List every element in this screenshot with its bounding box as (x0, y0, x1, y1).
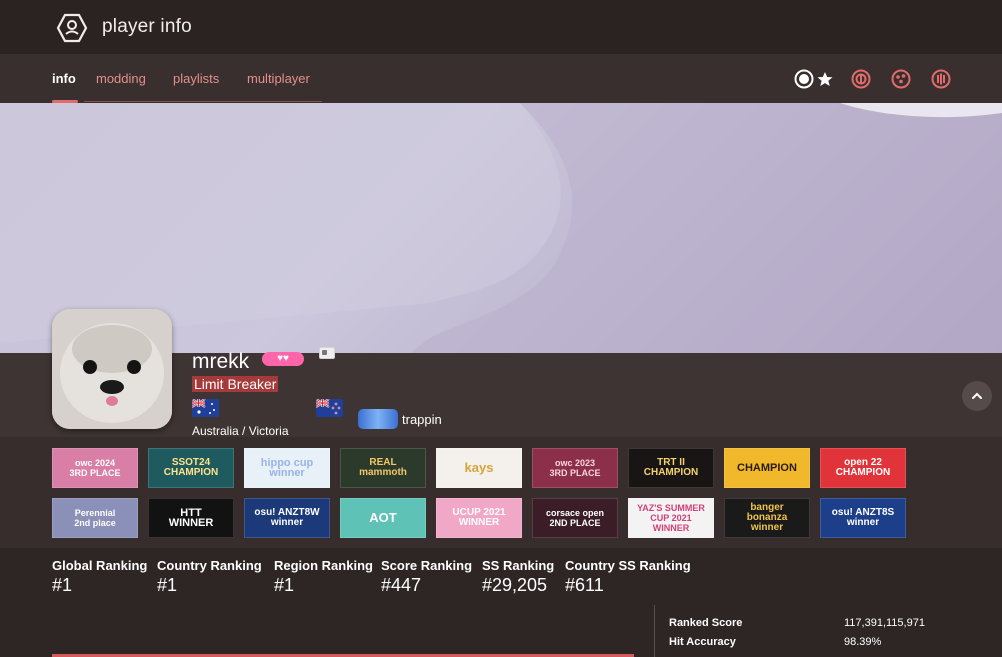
rank-label: Country Ranking (157, 558, 262, 573)
rank-value: #29,205 (482, 575, 548, 595)
badge-label: owc 2023 3RD PLACE (549, 458, 601, 478)
profile-badge[interactable]: Perennial 2nd place (52, 498, 138, 538)
profile-badge[interactable]: corsace open 2ND PLACE (532, 498, 618, 538)
osu-standard-icon[interactable] (794, 69, 814, 89)
profile-badge[interactable]: YAZ'S SUMMER CUP 2021 WINNER (628, 498, 714, 538)
new-zealand-flag (316, 399, 343, 417)
badge-label: UCUP 2021 WINNER (452, 507, 506, 528)
user-badge-icon (56, 12, 88, 44)
rank-country-ss: Country SS Ranking #611 (565, 558, 691, 596)
badge-label: SSOT24 CHAMPION (163, 457, 219, 478)
rank-country: Country Ranking #1 (157, 558, 262, 596)
default-mode-star-icon[interactable] (815, 69, 835, 89)
collapse-header-button[interactable] (962, 381, 992, 411)
profile-badge[interactable]: owc 2024 3RD PLACE (52, 448, 138, 488)
user-card-icon[interactable] (319, 347, 335, 359)
avatar (52, 309, 172, 429)
rank-ss: SS Ranking #29,205 (482, 558, 554, 596)
team-name[interactable]: trappin (402, 412, 442, 427)
osu-catch-icon[interactable] (891, 69, 911, 89)
location: Australia / Victoria (192, 424, 289, 438)
profile-badge[interactable]: osu! ANZT8S winner (820, 498, 906, 538)
profile-badge[interactable]: HTT WINNER (148, 498, 234, 538)
badge-label: REAL mammoth (359, 457, 407, 478)
chevron-up-icon (972, 392, 982, 399)
team-flag[interactable] (358, 409, 398, 429)
tab-modding[interactable]: modding (96, 71, 146, 86)
rank-value: #1 (52, 575, 73, 595)
tab-multiplayer[interactable]: multiplayer (247, 71, 310, 86)
tab-bar: info modding playlists multiplayer (0, 54, 1002, 103)
australia-flag (192, 399, 219, 417)
profile-badge[interactable]: CHAMPION (724, 448, 810, 488)
title-bar: player info (0, 0, 1002, 54)
osu-taiko-icon[interactable] (851, 69, 871, 89)
profile-badge[interactable]: banger bonanza winner (724, 498, 810, 538)
badge-label: CHAMPION (737, 462, 797, 474)
stat-label-ranked-score: Ranked Score (669, 617, 743, 629)
profile-badge[interactable]: REAL mammoth (340, 448, 426, 488)
stats-divider (654, 605, 655, 657)
rank-region: Region Ranking #1 (274, 558, 373, 596)
stat-label-hit-accuracy: Hit Accuracy (669, 636, 736, 648)
badge-label: osu! ANZT8S winner (831, 507, 895, 528)
tab-info[interactable]: info (52, 71, 76, 86)
rank-label: Country SS Ranking (565, 558, 691, 573)
rank-label: Global Ranking (52, 558, 148, 573)
rank-label: SS Ranking (482, 558, 555, 573)
supporter-badge[interactable]: ♥♥ (262, 352, 304, 366)
rank-label: Score Ranking (381, 558, 473, 573)
profile-badge[interactable]: SSOT24 CHAMPION (148, 448, 234, 488)
rank-score: Score Ranking #447 (381, 558, 472, 596)
profile-badge[interactable]: UCUP 2021 WINNER (436, 498, 522, 538)
profile-badge[interactable]: kays (436, 448, 522, 488)
badge-label: TRT II CHAMPION (643, 457, 699, 478)
window-title: player info (102, 16, 192, 37)
stat-value-ranked-score: 117,391,115,971 (844, 617, 925, 629)
badge-label: kays (464, 460, 494, 475)
rank-value: #447 (381, 575, 422, 595)
user-title: Limit Breaker (192, 376, 279, 392)
badge-label: corsace open 2ND PLACE (545, 508, 605, 528)
badge-label: owc 2024 3RD PLACE (69, 458, 121, 478)
badge-label: Perennial 2nd place (74, 508, 116, 528)
profile-badge[interactable]: hippo cup winner (244, 448, 330, 488)
badge-label: AOT (369, 510, 397, 525)
tab-playlists[interactable]: playlists (173, 71, 219, 86)
profile-badge[interactable]: owc 2023 3RD PLACE (532, 448, 618, 488)
stat-value-hit-accuracy: 98.39% (844, 636, 882, 648)
rank-value: #611 (565, 575, 604, 595)
profile-badge[interactable]: osu! ANZT8W winner (244, 498, 330, 538)
rank-label: Region Ranking (274, 558, 373, 573)
badge-label: HTT WINNER (168, 507, 214, 529)
badge-label: banger bonanza winner (746, 502, 788, 533)
profile-badge[interactable]: AOT (340, 498, 426, 538)
username: mrekk (192, 350, 250, 373)
profile-badge[interactable]: TRT II CHAMPION (628, 448, 714, 488)
rank-global: Global Ranking #1 (52, 558, 147, 596)
rank-value: #1 (274, 575, 295, 595)
badge-label: osu! ANZT8W winner (254, 507, 320, 528)
badge-label: YAZ'S SUMMER CUP 2021 WINNER (637, 503, 705, 533)
profile-badge[interactable]: open 22 CHAMPION (820, 448, 906, 488)
osu-mania-icon[interactable] (931, 69, 951, 89)
badge-label: open 22 CHAMPION (835, 457, 891, 478)
rank-value: #1 (157, 575, 178, 595)
badge-label: hippo cup winner (260, 457, 314, 479)
tab-divider (84, 101, 322, 102)
